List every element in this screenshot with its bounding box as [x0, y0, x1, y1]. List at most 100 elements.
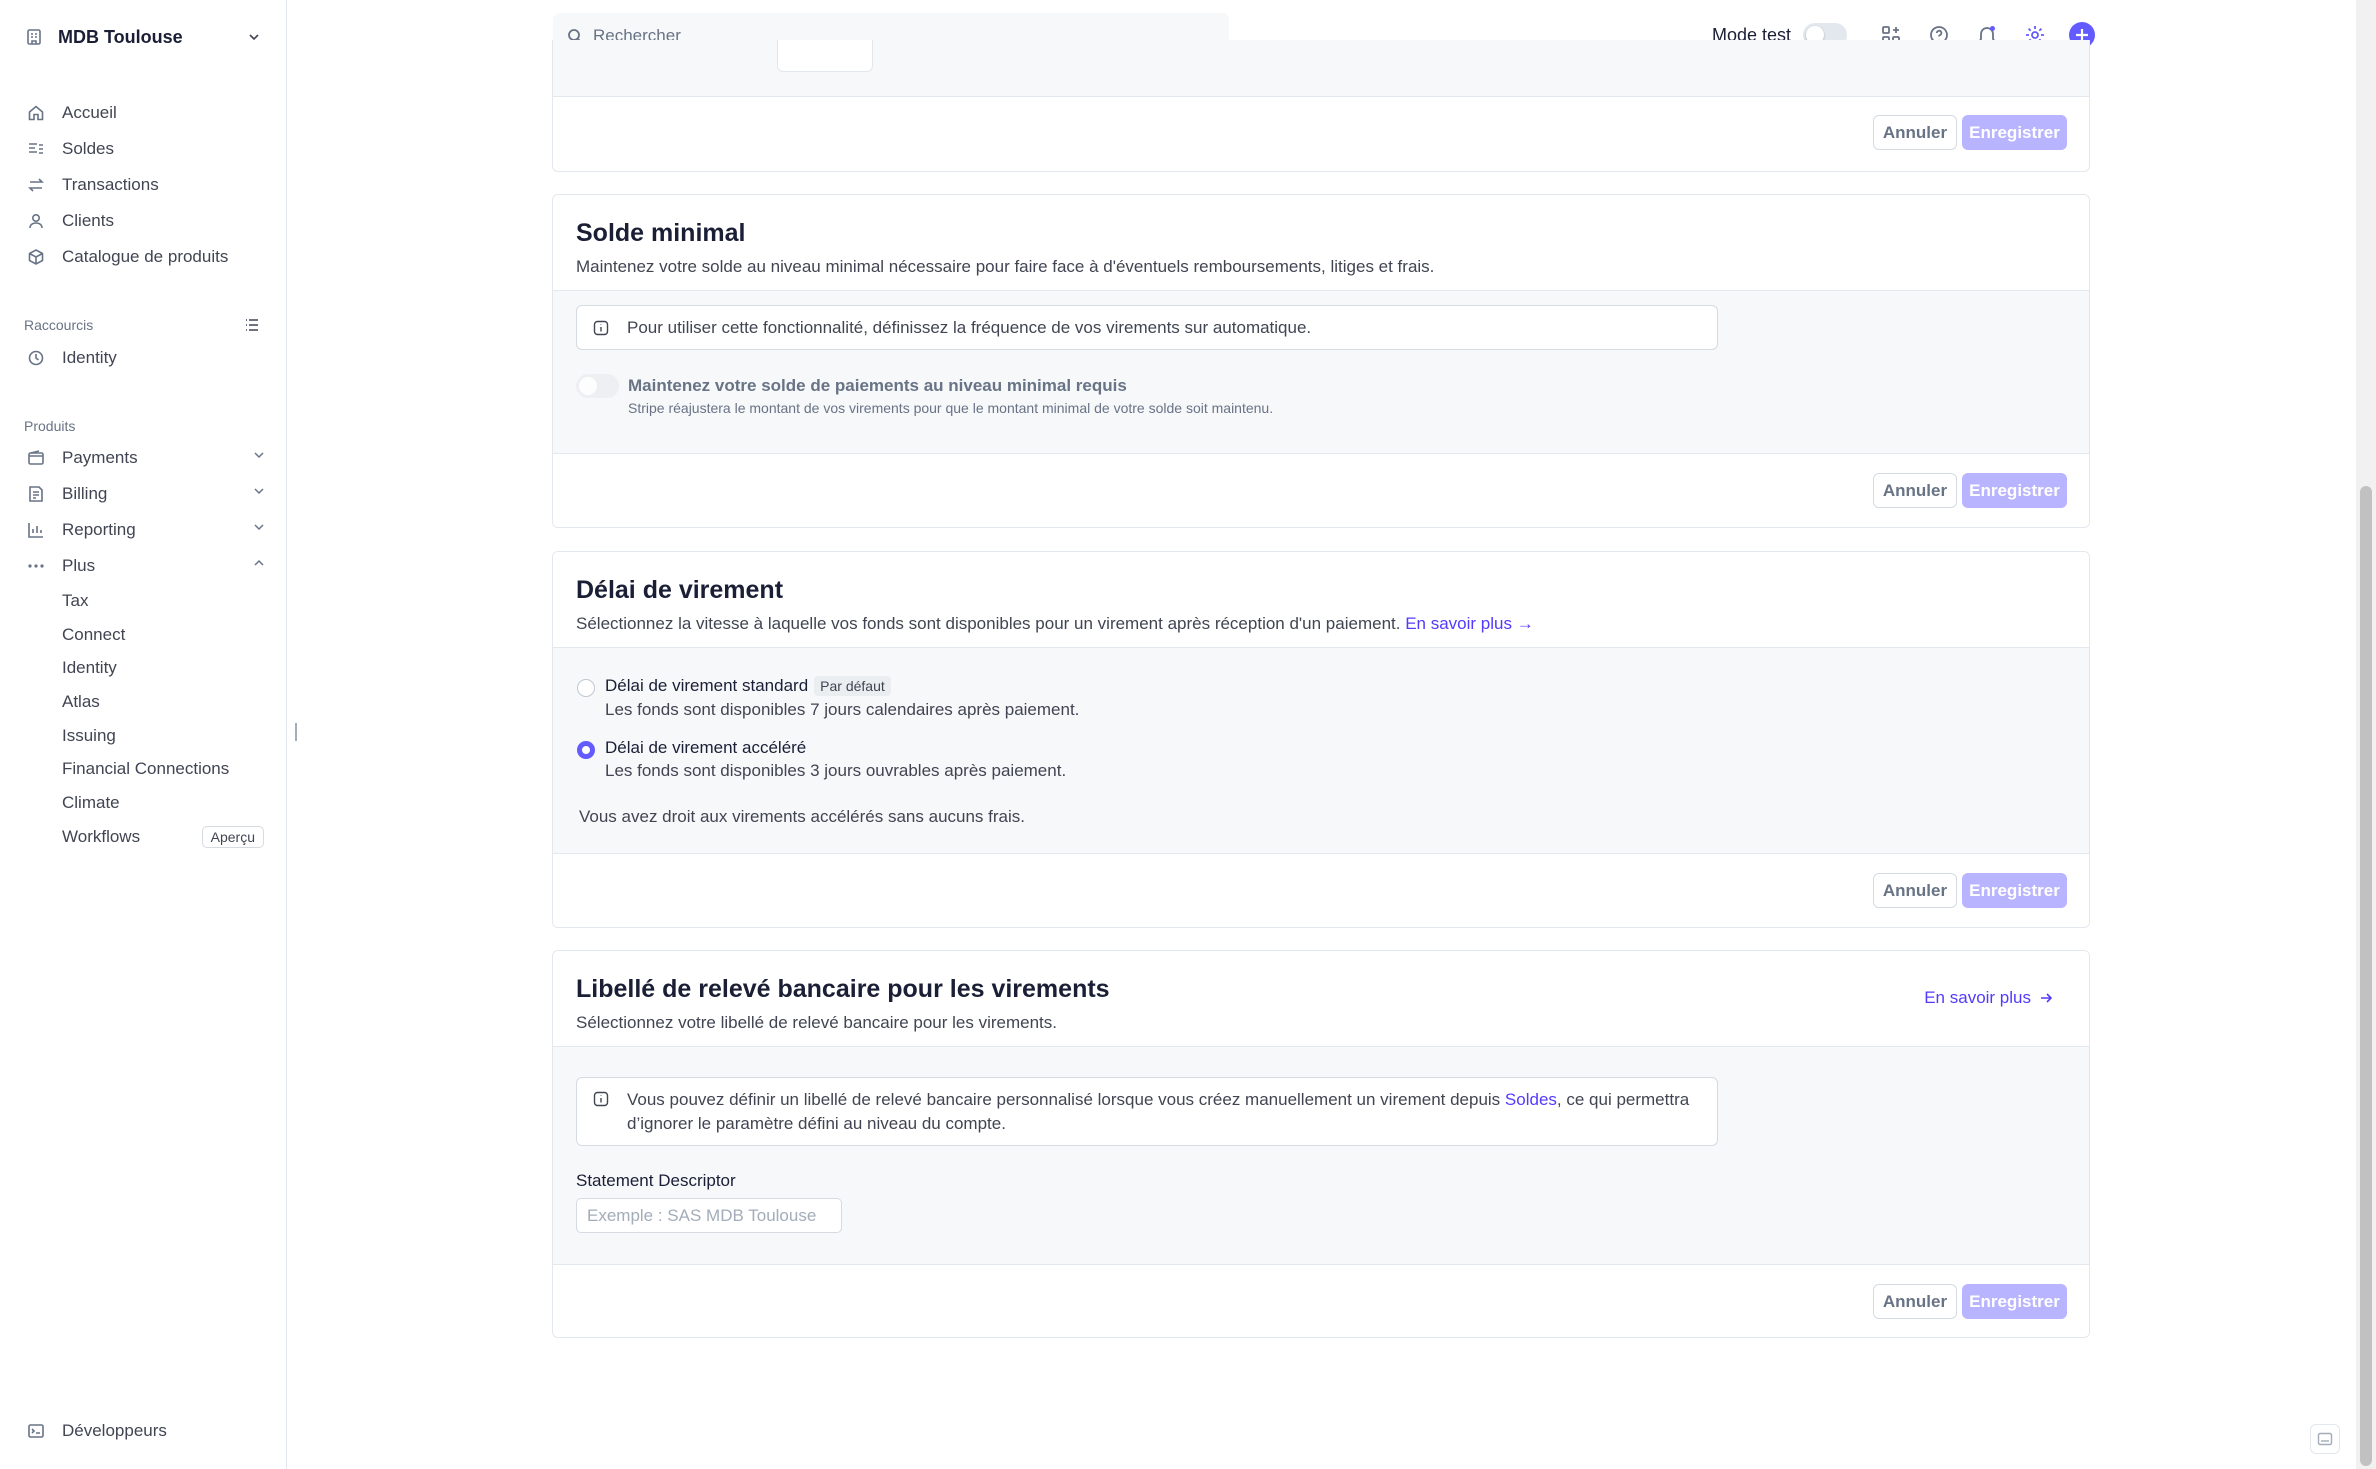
- previous-settings-card: Annuler Enregistrer: [552, 40, 2090, 172]
- link-text: En savoir plus: [1924, 988, 2031, 1007]
- cancel-button[interactable]: Annuler: [1873, 473, 1957, 508]
- sidebar-item-label: Clients: [62, 211, 114, 230]
- box-icon: [26, 247, 46, 267]
- save-button[interactable]: Enregistrer: [1962, 115, 2067, 150]
- option-help: Les fonds sont disponibles 3 jours ouvra…: [605, 761, 1067, 780]
- scrollbar-thumb[interactable]: [2360, 486, 2372, 1466]
- field-label: Statement Descriptor: [576, 1171, 736, 1190]
- shortcuts-label: Raccourcis: [24, 317, 94, 333]
- partial-field: [777, 40, 873, 72]
- sidebar-subitem-climate[interactable]: Climate: [62, 790, 120, 816]
- accelerated-speed-radio[interactable]: [577, 741, 595, 759]
- sidebar-subitem-connect[interactable]: Connect: [62, 622, 125, 648]
- clock-icon: [26, 348, 46, 368]
- save-button[interactable]: Enregistrer: [1962, 473, 2067, 508]
- preview-badge: Aperçu: [201, 826, 264, 848]
- toggle-help: Stripe réajustera le montant de vos vire…: [628, 400, 1274, 416]
- account-switcher[interactable]: MDB Toulouse: [24, 22, 264, 52]
- sidebar-item-billing[interactable]: Billing: [26, 480, 266, 508]
- sidebar-item-catalogue[interactable]: Catalogue de produits: [26, 243, 266, 271]
- save-button[interactable]: Enregistrer: [1962, 873, 2067, 908]
- cancel-button[interactable]: Annuler: [1873, 115, 1957, 150]
- sidebar-item-payments[interactable]: Payments: [26, 444, 266, 472]
- sidebar-subitem-workflows[interactable]: Workflows Aperçu: [62, 824, 264, 850]
- sidebar-subitem-issuing[interactable]: Issuing: [62, 723, 116, 749]
- toggle-label: Maintenez votre solde de paiements au ni…: [628, 376, 1127, 395]
- info-text: Vous pouvez définir un libellé de relevé…: [627, 1088, 1689, 1135]
- card-footer: Annuler Enregistrer: [553, 454, 2089, 527]
- account-name: MDB Toulouse: [58, 26, 183, 47]
- sidebar-subitem-identity[interactable]: Identity: [62, 655, 117, 681]
- info-banner: Pour utiliser cette fonctionnalité, défi…: [576, 305, 1718, 350]
- sidebar-subitem-tax[interactable]: Tax: [62, 588, 88, 614]
- sidebar-subitem-atlas[interactable]: Atlas: [62, 689, 100, 715]
- card-description: Sélectionnez la vitesse à laquelle vos f…: [576, 614, 2066, 634]
- card-body: [553, 40, 2089, 97]
- info-text-part: , ce qui permettra: [1556, 1090, 1690, 1109]
- cancel-button[interactable]: Annuler: [1873, 1284, 1957, 1319]
- sidebar-item-label: Soldes: [62, 139, 114, 158]
- card-description: Maintenez votre solde au niveau minimal …: [576, 257, 1435, 276]
- products-label: Produits: [24, 418, 76, 434]
- cancel-button[interactable]: Annuler: [1873, 873, 1957, 908]
- sidebar-item-label: Reporting: [62, 520, 136, 539]
- card-footer: Annuler Enregistrer: [553, 854, 2089, 927]
- info-text: Pour utiliser cette fonctionnalité, défi…: [627, 317, 1312, 337]
- home-icon: [26, 103, 46, 123]
- learn-more-link[interactable]: En savoir plus: [1924, 988, 2053, 1008]
- sidebar-item-developers[interactable]: Développeurs: [26, 1417, 266, 1445]
- card-body: Vous pouvez définir un libellé de relevé…: [553, 1046, 2089, 1265]
- learn-more-link[interactable]: En savoir plus →: [1405, 614, 1534, 633]
- balances-link[interactable]: Soldes: [1505, 1090, 1557, 1109]
- card-header: Libellé de relevé bancaire pour les vire…: [553, 951, 2089, 1046]
- card-footer: Annuler Enregistrer: [553, 1265, 2089, 1337]
- sidebar-item-soldes[interactable]: Soldes: [26, 135, 266, 163]
- sidebar-item-accueil[interactable]: Accueil: [26, 99, 266, 127]
- sidebar-item-transactions[interactable]: Transactions: [26, 171, 266, 199]
- minimum-balance-card: Solde minimal Maintenez votre solde au n…: [552, 194, 2090, 528]
- terminal-icon: [26, 1421, 46, 1441]
- statement-descriptor-input[interactable]: Exemple : SAS MDB Toulouse: [576, 1198, 842, 1233]
- chevron-down-icon: [252, 484, 266, 498]
- card-body: Pour utiliser cette fonctionnalité, défi…: [553, 290, 2089, 454]
- option-help: Les fonds sont disponibles 7 jours calen…: [605, 700, 1080, 719]
- list-icon[interactable]: [242, 315, 262, 335]
- chevron-down-icon: [252, 448, 266, 462]
- chevron-down-icon: [252, 520, 266, 534]
- info-text-line2: d’ignorer le paramètre défini au niveau …: [627, 1114, 1006, 1133]
- card-title: Solde minimal: [576, 219, 746, 247]
- scrollbar-track[interactable]: [2356, 0, 2376, 1469]
- card-body: Délai de virement standard Par défaut Le…: [553, 647, 2089, 854]
- standard-speed-radio[interactable]: [577, 679, 595, 697]
- card-description: Sélectionnez votre libellé de relevé ban…: [576, 1013, 1057, 1032]
- sidebar-item-label: Billing: [62, 484, 108, 503]
- sidebar-resize-handle[interactable]: [295, 723, 297, 741]
- statement-descriptor-card: Libellé de relevé bancaire pour les vire…: [552, 950, 2090, 1338]
- sidebar-item-plus[interactable]: Plus: [26, 552, 266, 580]
- info-icon: [593, 320, 609, 336]
- sidebar-item-identity-shortcut[interactable]: Identity: [26, 344, 266, 372]
- info-banner: Vous pouvez définir un libellé de relevé…: [576, 1077, 1718, 1146]
- standard-speed-option[interactable]: Délai de virement standard Par défaut: [605, 676, 891, 696]
- description-text: Sélectionnez la vitesse à laquelle vos f…: [576, 614, 1401, 633]
- wallet-icon: [26, 448, 46, 468]
- arrow-right-icon: [2039, 991, 2053, 1005]
- accelerated-speed-option[interactable]: Délai de virement accéléré: [605, 738, 806, 758]
- eligibility-note: Vous avez droit aux virements accélérés …: [579, 807, 1025, 826]
- sidebar-item-clients[interactable]: Clients: [26, 207, 266, 235]
- sidebar-item-label: Plus: [62, 556, 96, 575]
- person-icon: [26, 211, 46, 231]
- billing-icon: [26, 484, 46, 504]
- sidebar-item-label: Identity: [62, 348, 117, 367]
- sidebar-item-label: Payments: [62, 448, 138, 467]
- sidebar-item-label: Transactions: [62, 175, 159, 194]
- default-tag: Par défaut: [814, 676, 891, 696]
- console-icon[interactable]: [2310, 1424, 2340, 1454]
- sidebar-item-reporting[interactable]: Reporting: [26, 516, 266, 544]
- save-button[interactable]: Enregistrer: [1962, 1284, 2067, 1319]
- card-header: Solde minimal Maintenez votre solde au n…: [553, 195, 2089, 290]
- minimum-balance-toggle[interactable]: [576, 374, 619, 398]
- sidebar-subitem-financial-connections[interactable]: Financial Connections: [62, 756, 229, 782]
- card-header: Délai de virement Sélectionnez la vitess…: [553, 552, 2089, 647]
- sidebar: MDB Toulouse Accueil Soldes Transactions…: [0, 0, 287, 1469]
